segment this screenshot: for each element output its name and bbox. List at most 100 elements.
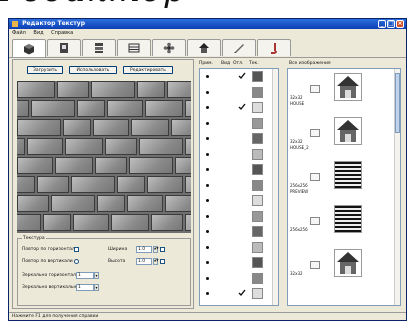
brick [55, 157, 93, 174]
brick [145, 100, 183, 117]
brick [31, 100, 75, 117]
brick [17, 81, 55, 98]
layer-thumbnail-icon [252, 241, 263, 253]
images-title: Все изображения [289, 61, 331, 66]
list-item[interactable] [200, 178, 272, 192]
header-text: Редактор [0, 0, 186, 10]
images-list: 32x32 HOUSE 32x32 HOUSE_2 256x256 PREVIEW 256x… [287, 68, 401, 306]
scroll-thumb[interactable] [395, 73, 400, 133]
tab-flower[interactable] [152, 39, 186, 56]
app-window: Редактор Текстур _ □ × Файл Вид Справка [8, 18, 407, 321]
row-bullet [206, 137, 209, 140]
edit-button[interactable]: Редактировать [123, 66, 173, 74]
load-button[interactable]: Загрузить [27, 66, 63, 74]
layer-thumbnail-icon [252, 272, 263, 284]
list-item[interactable] [200, 131, 272, 145]
image-name: PREVIEW [290, 189, 309, 194]
brick [185, 176, 191, 193]
list-item[interactable] [200, 240, 272, 254]
maximize-button[interactable]: □ [387, 20, 395, 28]
menu-file[interactable]: Файл [12, 30, 26, 36]
layer-thumbnail-icon [252, 71, 263, 82]
repeat-v-radio[interactable] [74, 259, 79, 264]
repeat-h-checkbox[interactable] [74, 247, 79, 252]
list-item[interactable] [200, 271, 272, 285]
list-item[interactable] [200, 147, 272, 161]
width-checkbox[interactable] [160, 247, 165, 252]
height-checkbox[interactable] [160, 259, 165, 264]
list-item[interactable] [200, 100, 272, 114]
list-item[interactable] [200, 69, 272, 83]
width-label: Ширина [108, 247, 128, 252]
repeat-h-dropdown[interactable]: ▾ [94, 272, 99, 279]
height-spinner[interactable]: ▲▼ [153, 258, 159, 265]
height-input[interactable]: 1.0 [136, 258, 152, 265]
brick [43, 214, 71, 231]
list-item[interactable] [200, 85, 272, 99]
layer-thumbnail-icon [252, 257, 263, 268]
tab-roof[interactable] [187, 39, 221, 56]
tab-pipe[interactable] [257, 39, 291, 56]
house-icon [337, 120, 359, 142]
roof-icon [199, 43, 209, 53]
width-input[interactable]: 1.0 [136, 246, 152, 253]
brick [147, 176, 183, 193]
pipe-icon [271, 43, 277, 54]
width-spinner[interactable]: ▲▼ [153, 246, 159, 253]
brick [65, 138, 103, 155]
menu-view[interactable]: Вид [33, 30, 43, 36]
status-bar: Нажмите F1 для получения справки [9, 312, 406, 320]
row-bullet [206, 90, 209, 94]
brick [107, 100, 143, 117]
tab-panel[interactable] [117, 39, 151, 56]
close-button[interactable]: × [396, 20, 404, 28]
list-item[interactable] [200, 255, 272, 269]
list-scrollbar[interactable] [272, 69, 278, 305]
brick [185, 214, 191, 231]
use-button[interactable]: Использовать [69, 66, 117, 74]
repeat-v-select[interactable]: 1 [76, 284, 94, 291]
image-size: 256x256 [290, 227, 308, 232]
list-item[interactable] [200, 286, 272, 300]
tab-stack[interactable] [82, 39, 116, 56]
image-preview[interactable] [334, 161, 362, 189]
brick [17, 100, 29, 117]
repeat-h-label: Повтор по горизонтали [22, 247, 78, 252]
list-item[interactable] [200, 116, 272, 130]
icon-tab-bar [9, 37, 406, 58]
height-label: Высота [108, 259, 126, 264]
images-scrollbar[interactable] [394, 69, 400, 305]
repeat-h-select[interactable]: 1 [76, 272, 94, 279]
list-item[interactable] [200, 193, 272, 207]
tab-door[interactable] [47, 39, 81, 56]
menu-help[interactable]: Справка [51, 30, 73, 36]
check-icon[interactable] [238, 103, 246, 111]
brick [17, 157, 53, 174]
layer-thumbnail-icon [252, 148, 263, 160]
list-item[interactable] [200, 209, 272, 223]
image-preview[interactable] [334, 73, 362, 101]
repeat-v-dropdown[interactable]: ▾ [94, 284, 99, 291]
brick [185, 138, 191, 155]
image-preview[interactable] [334, 117, 362, 145]
menu-bar: Файл Вид Справка [9, 29, 406, 37]
brick [167, 81, 191, 98]
brick [27, 138, 63, 155]
image-name: HOUSE [290, 101, 305, 106]
image-preview[interactable] [334, 249, 362, 277]
texture-settings-group: Текстура Повтор по горизонтали Повтор по… [17, 236, 191, 306]
repeat-v-label: Повтор по вертикали [22, 259, 73, 264]
list-item[interactable] [200, 162, 272, 176]
check-icon[interactable] [238, 289, 246, 297]
flip-h-label: Зеркально горизонтально [22, 273, 85, 278]
stack-icon [95, 43, 103, 53]
list-item[interactable] [200, 224, 272, 238]
brick [17, 195, 49, 212]
brick [71, 176, 115, 193]
minimize-button[interactable]: _ [378, 20, 386, 28]
tab-cube[interactable] [12, 39, 46, 57]
image-preview[interactable] [334, 205, 362, 233]
row-bullet [206, 199, 209, 202]
check-icon[interactable] [238, 72, 246, 80]
tab-brush[interactable] [222, 39, 256, 56]
